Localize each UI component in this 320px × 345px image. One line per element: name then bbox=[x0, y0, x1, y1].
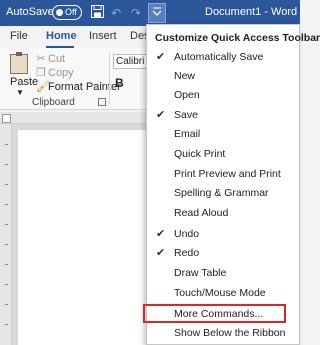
vertical-ruler bbox=[0, 124, 12, 345]
copy-button[interactable]: ❐ Copy bbox=[36, 66, 74, 79]
menu-item-label: Read Aloud bbox=[174, 207, 229, 219]
autosave-state: Off bbox=[65, 7, 77, 17]
autosave-label: AutoSave bbox=[6, 6, 54, 18]
menu-item-open[interactable]: Open bbox=[147, 85, 299, 105]
menu-item-print-preview[interactable]: Print Preview and Print bbox=[147, 164, 299, 184]
ruler-tick bbox=[5, 164, 8, 165]
font-name-box[interactable]: Calibri (B bbox=[113, 54, 149, 69]
check-icon: ✔ bbox=[156, 247, 166, 259]
tab-insert[interactable]: Insert bbox=[89, 30, 117, 42]
menu-item-label: Touch/Mouse Mode bbox=[174, 287, 266, 299]
menu-item-spelling-grammar[interactable]: Spelling & Grammar bbox=[147, 183, 299, 203]
menu-item-label: Save bbox=[174, 109, 198, 121]
chevron-down-icon[interactable]: ▼ bbox=[16, 88, 24, 97]
ruler-tick bbox=[5, 284, 8, 285]
undo-icon[interactable]: ↶ bbox=[108, 5, 124, 21]
menu-title: Customize Quick Access Toolbar bbox=[155, 32, 320, 44]
menu-item-label: Show Below the Ribbon bbox=[174, 327, 286, 339]
menu-item-redo[interactable]: ✔ Redo bbox=[147, 243, 299, 263]
copy-icon: ❐ bbox=[36, 67, 46, 79]
menu-item-save[interactable]: ✔ Save bbox=[147, 105, 299, 125]
menu-item-touch-mouse-mode[interactable]: Touch/Mouse Mode bbox=[147, 283, 299, 303]
scissors-icon: ✂ bbox=[36, 53, 46, 65]
redo-icon[interactable]: ↷ bbox=[128, 5, 144, 21]
ruler-tick bbox=[5, 264, 8, 265]
title-bar: AutoSave Off ↶ ↷ Document1 - Word bbox=[0, 0, 300, 26]
paste-icon[interactable] bbox=[10, 52, 28, 74]
customize-qat-menu: Customize Quick Access Toolbar ✔ Automati… bbox=[146, 24, 320, 345]
menu-item-quick-print[interactable]: Quick Print bbox=[147, 144, 299, 164]
paintbrush-icon: 🖌 bbox=[36, 81, 50, 93]
menu-item-label: Email bbox=[174, 128, 201, 140]
tab-selector[interactable] bbox=[2, 114, 11, 123]
ruler-tick bbox=[5, 224, 8, 225]
cut-label: Cut bbox=[48, 53, 66, 65]
menu-item-label: Quick Print bbox=[174, 148, 226, 160]
bold-button[interactable]: B bbox=[115, 76, 124, 90]
cut-button[interactable]: ✂ Cut bbox=[36, 52, 65, 65]
check-icon: ✔ bbox=[156, 228, 166, 240]
autosave-toggle[interactable]: Off bbox=[52, 5, 82, 20]
check-icon: ✔ bbox=[156, 109, 166, 121]
menu-item-read-aloud[interactable]: Read Aloud bbox=[147, 203, 299, 223]
menu-item-show-below-ribbon[interactable]: Show Below the Ribbon bbox=[147, 323, 299, 343]
clipboard-group-label: Clipboard bbox=[32, 97, 75, 108]
menu-item-email[interactable]: Email bbox=[147, 124, 299, 144]
menu-item-label: Open bbox=[174, 89, 200, 101]
menu-item-undo[interactable]: ✔ Undo bbox=[147, 224, 299, 244]
menu-item-label: Print Preview and Print bbox=[174, 168, 281, 180]
ruler-tick bbox=[5, 184, 8, 185]
ruler-tick bbox=[5, 244, 8, 245]
menu-item-new[interactable]: New bbox=[147, 66, 299, 86]
menu-item-label: New bbox=[174, 70, 196, 82]
dialog-launcher-icon[interactable] bbox=[98, 98, 106, 106]
save-icon[interactable] bbox=[89, 5, 105, 21]
paste-button-label[interactable]: Paste bbox=[10, 76, 38, 88]
highlight-box bbox=[143, 304, 286, 323]
menu-item-label: Undo bbox=[174, 228, 200, 240]
tab-file[interactable]: File bbox=[10, 30, 28, 42]
menu-item-label: Automatically Save bbox=[174, 51, 264, 63]
ruler-tick bbox=[5, 204, 8, 205]
menu-item-label: Draw Table bbox=[174, 267, 227, 279]
ruler-tick bbox=[5, 304, 8, 305]
menu-item-label: Redo bbox=[174, 247, 200, 259]
copy-label: Copy bbox=[48, 67, 74, 79]
menu-item-label: Spelling & Grammar bbox=[174, 187, 269, 199]
menu-item-draw-table[interactable]: Draw Table bbox=[147, 263, 299, 283]
document-title: Document1 - Word bbox=[205, 6, 298, 18]
menu-item-automatically-save[interactable]: ✔ Automatically Save bbox=[147, 47, 299, 67]
toggle-knob bbox=[56, 9, 63, 16]
group-divider bbox=[109, 52, 110, 104]
customize-qat-button[interactable] bbox=[148, 3, 166, 23]
ruler-tick bbox=[5, 324, 8, 325]
tab-home[interactable]: Home bbox=[46, 30, 77, 42]
check-icon: ✔ bbox=[156, 51, 166, 63]
ruler-tick bbox=[5, 144, 8, 145]
chevron-down-icon bbox=[152, 7, 162, 16]
